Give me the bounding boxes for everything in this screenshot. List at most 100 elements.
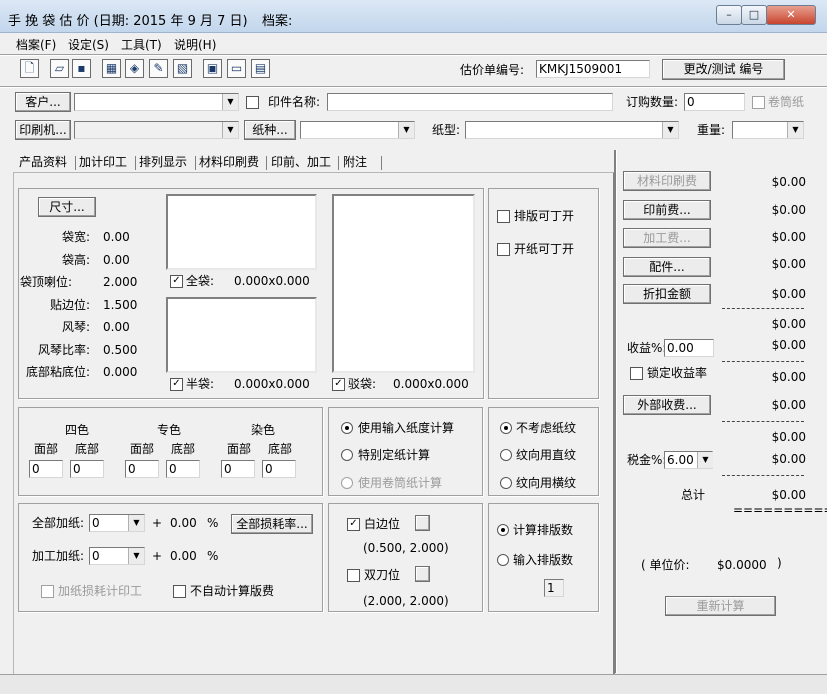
grain-cross-radio[interactable] xyxy=(500,477,512,489)
input-layout-count-radio[interactable] xyxy=(497,554,509,566)
test-bag-value: 0.000x0.000 xyxy=(393,377,469,391)
paper-open-checkbox[interactable] xyxy=(497,243,510,256)
test-bag-checkbox[interactable]: ✓ xyxy=(332,378,345,391)
full-bag-checkbox[interactable]: ✓ xyxy=(170,275,183,288)
plus-sign: + xyxy=(152,516,163,530)
four-color-face-input[interactable]: 0 xyxy=(29,460,63,478)
database-icon[interactable]: ◈ xyxy=(125,59,144,78)
file-label: 档案: xyxy=(262,14,293,29)
layout-count-input[interactable]: 1 xyxy=(544,579,564,597)
loss-calc-checkbox[interactable] xyxy=(41,585,54,598)
tab-product-info[interactable]: 产品资料 xyxy=(19,153,67,171)
all-loss-rate-button[interactable]: 全部损耗率... xyxy=(231,514,313,534)
printer-button[interactable]: 印刷机... xyxy=(15,120,71,140)
dye-color-bottom-input[interactable]: 0 xyxy=(262,460,296,478)
test-bag-preview xyxy=(332,194,475,373)
grain-straight-radio[interactable] xyxy=(500,449,512,461)
customer-select[interactable]: ▼ xyxy=(74,93,239,111)
no-auto-plate-checkbox[interactable] xyxy=(173,585,186,598)
subtotal-1: $0.00 xyxy=(771,317,806,331)
white-margin-checkbox[interactable]: ✓ xyxy=(347,518,360,531)
recalculate-button[interactable]: 重新计算 xyxy=(665,596,776,616)
grain-ignore-radio[interactable] xyxy=(500,422,512,434)
spot-color-face-input[interactable]: 0 xyxy=(125,460,159,478)
order-qty-input[interactable]: 0 xyxy=(684,93,745,111)
calc-layout-count-radio[interactable] xyxy=(497,524,509,536)
tab-extra-printing[interactable]: 加计印工 xyxy=(79,153,127,171)
minimize-button[interactable]: – xyxy=(716,5,742,25)
double-knife-checkbox[interactable] xyxy=(347,569,360,582)
unit-price-label: ( 单位价: xyxy=(641,558,690,572)
menu-tools[interactable]: 工具(T) xyxy=(121,36,162,53)
gusset-ratio-label: 风琴比率: xyxy=(37,343,90,357)
calculator-icon[interactable]: ▦ xyxy=(102,59,121,78)
tab-prepress-processing[interactable]: 印前、加工 xyxy=(271,153,331,171)
monitor-icon[interactable]: ▭ xyxy=(227,59,246,78)
four-color-bottom-input[interactable]: 0 xyxy=(70,460,104,478)
save-icon[interactable]: ▪ xyxy=(72,59,91,78)
paper-kind-select[interactable]: ▼ xyxy=(300,121,415,139)
tax-amount: $0.00 xyxy=(771,452,806,466)
double-knife-button[interactable] xyxy=(415,566,430,582)
paper-type-select[interactable]: ▼ xyxy=(465,121,679,139)
dye-color-label: 染色 xyxy=(251,423,276,437)
tab-layout-display[interactable]: 排列显示 xyxy=(139,153,187,171)
menu-help[interactable]: 说明(H) xyxy=(174,36,216,53)
notebook-icon[interactable]: ▤ xyxy=(251,59,270,78)
lock-profit-checkbox[interactable] xyxy=(630,367,643,380)
process-fee-button[interactable]: 加工费... xyxy=(623,228,711,248)
box-icon[interactable]: ▣ xyxy=(203,59,222,78)
dye-color-bottom-label: 底部 xyxy=(268,442,293,456)
chevron-down-icon: ▼ xyxy=(398,122,414,138)
calc-special-paper-radio[interactable] xyxy=(341,449,353,461)
part-name-label: 印件名称: xyxy=(268,95,321,109)
process-fee-value: $0.00 xyxy=(771,230,806,244)
prepress-fee-button[interactable]: 印前费... xyxy=(623,200,711,220)
calc-roll-paper-radio[interactable] xyxy=(341,477,353,489)
maximize-icon: □ xyxy=(748,8,760,21)
weight-select[interactable]: ▼ xyxy=(732,121,804,139)
open-icon[interactable]: ▱ xyxy=(50,59,69,78)
roll-paper-checkbox[interactable] xyxy=(752,96,765,109)
part-name-input[interactable] xyxy=(327,93,613,111)
minimize-icon: – xyxy=(726,8,732,21)
new-icon[interactable]: 🗋 xyxy=(20,59,39,78)
part-name-checkbox[interactable] xyxy=(246,96,259,109)
close-button[interactable]: ✕ xyxy=(766,5,816,25)
title-bar[interactable]: 手 挽 袋 估 价 (日期: 2015 年 9 月 7 日) 档案: – □ ✕ xyxy=(0,0,827,33)
menu-settings[interactable]: 设定(S) xyxy=(68,36,109,53)
change-quote-no-button[interactable]: 更改/测试 编号 xyxy=(662,59,785,80)
dye-color-face-input[interactable]: 0 xyxy=(221,460,255,478)
double-knife-value: (2.000, 2.000) xyxy=(363,594,449,608)
calc-input-size-radio[interactable] xyxy=(341,422,353,434)
bag-width-value: 0.00 xyxy=(103,230,130,244)
quote-no-field[interactable]: KMKJ1509001 xyxy=(536,60,650,78)
customer-button[interactable]: 客户... xyxy=(15,92,71,112)
half-bag-checkbox[interactable]: ✓ xyxy=(170,378,183,391)
material-printing-button[interactable]: 材料印刷费 xyxy=(623,171,711,191)
roll-paper-label: 卷筒纸 xyxy=(768,95,805,109)
chevron-down-icon: ▼ xyxy=(697,452,713,468)
size-button[interactable]: 尺寸... xyxy=(38,197,96,217)
calc-layout-count-label: 计算排版数 xyxy=(513,523,574,537)
white-margin-button[interactable] xyxy=(415,515,430,531)
maximize-button[interactable]: □ xyxy=(741,5,767,25)
material-printing-value: $0.00 xyxy=(771,175,806,189)
external-fee-button[interactable]: 外部收费... xyxy=(623,395,711,415)
image-icon[interactable]: ▧ xyxy=(173,59,192,78)
printer-select[interactable]: ▼ xyxy=(74,121,239,139)
paper-kind-button[interactable]: 纸种... xyxy=(244,120,296,140)
edit-icon[interactable]: ✎ xyxy=(149,59,168,78)
gusset-value: 0.00 xyxy=(103,320,130,334)
loss-calc-label: 加纸损耗计印工 xyxy=(58,584,143,598)
menu-bar: 档案(F) 设定(S) 工具(T) 说明(H) xyxy=(0,33,827,53)
profit-input[interactable]: 0.00 xyxy=(664,339,714,357)
parts-button[interactable]: 配件... xyxy=(623,257,711,277)
tab-notes[interactable]: 附注 xyxy=(343,153,367,171)
menu-file[interactable]: 档案(F) xyxy=(16,36,56,53)
tab-material-printing[interactable]: 材料印刷费 xyxy=(199,153,259,171)
discount-button[interactable]: 折扣金额 xyxy=(623,284,711,304)
layout-open-checkbox[interactable] xyxy=(497,210,510,223)
spot-color-bottom-input[interactable]: 0 xyxy=(166,460,200,478)
all-add-pct-sign: % xyxy=(207,516,219,530)
